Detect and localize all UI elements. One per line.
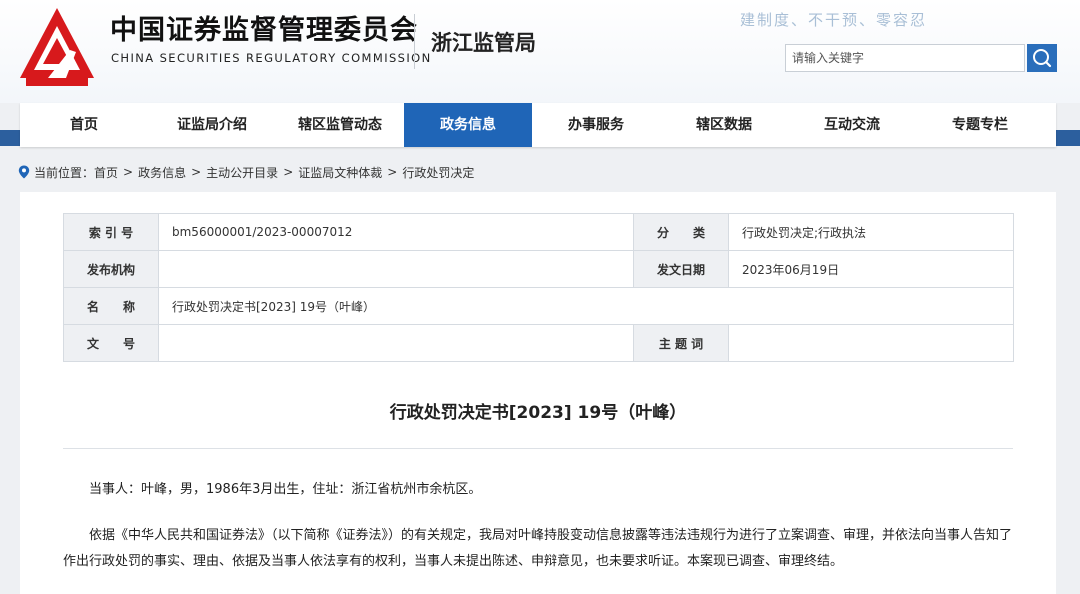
issuer-label: 发布机构 — [63, 250, 159, 288]
bureau-name: 浙江监管局 — [431, 31, 536, 55]
breadcrumb-item[interactable]: 政务信息 — [138, 164, 186, 181]
search-button[interactable] — [1027, 44, 1057, 72]
breadcrumb-separator: > — [123, 165, 134, 179]
date-label: 发文日期 — [633, 250, 729, 288]
main-nav: 首页 证监局介绍 辖区监管动态 政务信息 办事服务 辖区数据 互动交流 专题专栏 — [20, 103, 1056, 147]
org-name-cn: 中国证券监督管理委员会 — [110, 15, 418, 46]
document-card: 索 引 号 bm56000001/2023-00007012 分 类 行政处罚决… — [20, 192, 1056, 594]
name-value: 行政处罚决定书[2023] 19号（叶峰） — [158, 287, 1014, 325]
date-value: 2023年06月19日 — [728, 250, 1014, 288]
breadcrumb-item[interactable]: 首页 — [94, 164, 118, 181]
breadcrumb: 当前位置： 首页 > 政务信息 > 主动公开目录 > 证监局文种体裁 > 行政处… — [18, 164, 474, 180]
breadcrumb-item[interactable]: 主动公开目录 — [206, 164, 278, 181]
docno-label: 文 号 — [63, 324, 159, 362]
docno-value — [158, 324, 634, 362]
title-divider — [63, 448, 1013, 449]
search-input[interactable] — [785, 44, 1025, 72]
org-name-en: CHINA SECURITIES REGULATORY COMMISSION — [111, 51, 432, 65]
nav-item-government-info[interactable]: 政务信息 — [404, 103, 532, 147]
breadcrumb-separator: > — [191, 165, 202, 179]
table-row: 发布机构 发文日期 2023年06月19日 — [63, 250, 1014, 288]
index-value: bm56000001/2023-00007012 — [158, 213, 634, 251]
category-label: 分 类 — [633, 213, 729, 251]
document-title: 行政处罚决定书[2023] 19号（叶峰） — [389, 403, 687, 423]
nav-item-interaction[interactable]: 互动交流 — [788, 103, 916, 147]
name-label: 名 称 — [63, 287, 159, 325]
keywords-value — [728, 324, 1014, 362]
nav-item-home[interactable]: 首页 — [20, 103, 148, 147]
search-icon — [1033, 49, 1052, 68]
csrc-logo-icon[interactable] — [18, 6, 96, 88]
document-meta-table: 索 引 号 bm56000001/2023-00007012 分 类 行政处罚决… — [63, 213, 1014, 362]
location-pin-icon — [18, 165, 30, 179]
nav-item-regional-news[interactable]: 辖区监管动态 — [276, 103, 404, 147]
keywords-label: 主 题 词 — [633, 324, 729, 362]
breadcrumb-prefix: 当前位置： — [34, 165, 95, 180]
site-header: 中国证券监督管理委员会 CHINA SECURITIES REGULATORY … — [0, 0, 1080, 103]
breadcrumb-separator: > — [387, 165, 398, 179]
breadcrumb-separator: > — [283, 165, 294, 179]
table-row: 文 号 主 题 词 — [63, 324, 1014, 362]
nav-item-services[interactable]: 办事服务 — [532, 103, 660, 147]
category-value: 行政处罚决定;行政执法 — [728, 213, 1014, 251]
nav-item-regional-data[interactable]: 辖区数据 — [660, 103, 788, 147]
index-label: 索 引 号 — [63, 213, 159, 251]
document-paragraph: 当事人：叶峰，男，1986年3月出生，住址：浙江省杭州市余杭区。 — [89, 482, 482, 497]
header-divider — [414, 14, 415, 69]
slogan: 建制度、不干预、零容忍 — [740, 11, 928, 29]
issuer-value — [158, 250, 634, 288]
table-row: 名 称 行政处罚决定书[2023] 19号（叶峰） — [63, 287, 1014, 325]
nav-item-special-topics[interactable]: 专题专栏 — [916, 103, 1044, 147]
table-row: 索 引 号 bm56000001/2023-00007012 分 类 行政处罚决… — [63, 213, 1014, 251]
breadcrumb-item[interactable]: 行政处罚决定 — [402, 164, 474, 181]
nav-item-about[interactable]: 证监局介绍 — [148, 103, 276, 147]
breadcrumb-item[interactable]: 证监局文种体裁 — [298, 164, 382, 181]
document-paragraph: 依据《中华人民共和国证券法》（以下简称《证券法》）的有关规定，我局对叶峰持股变动… — [63, 528, 1013, 569]
